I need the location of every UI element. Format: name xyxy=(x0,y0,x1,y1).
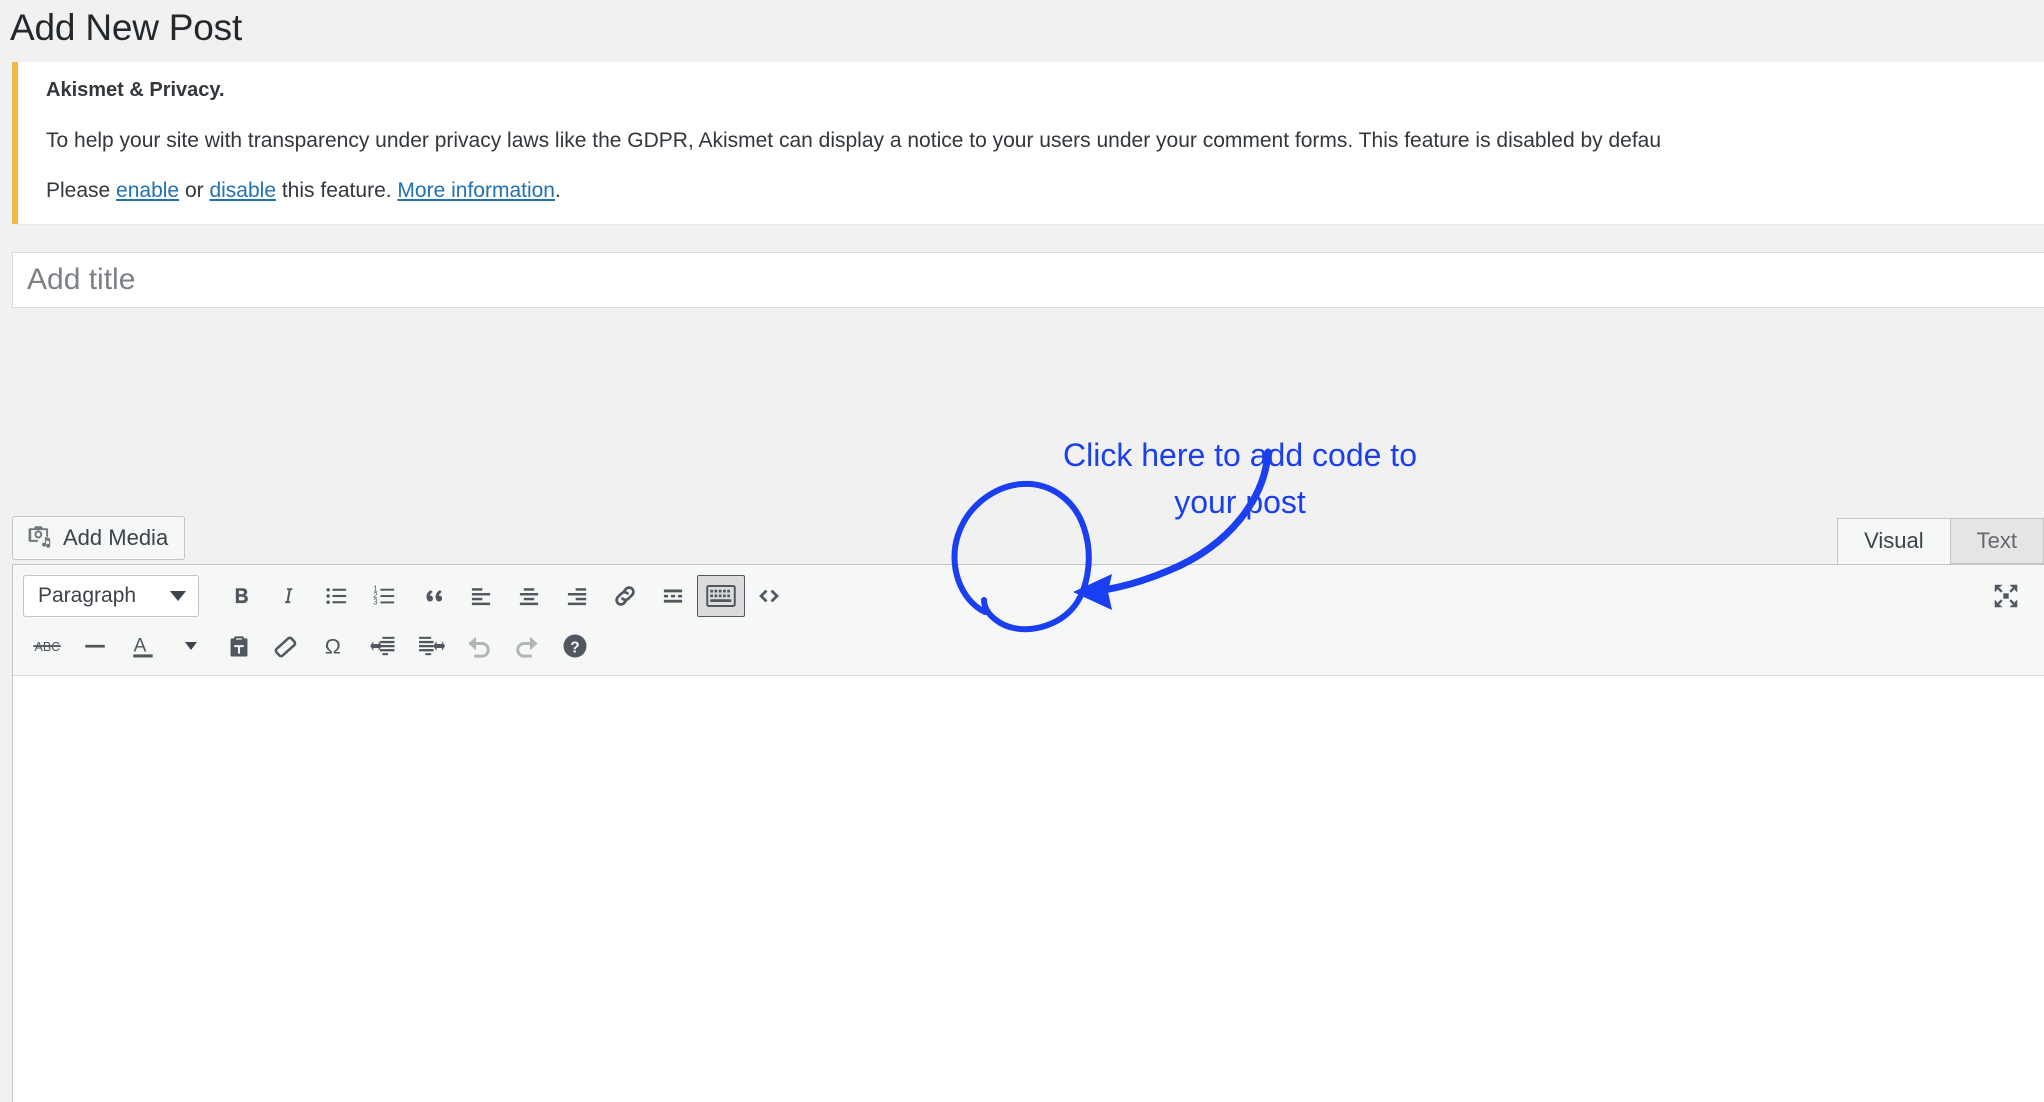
enable-link[interactable]: enable xyxy=(116,179,179,202)
clear-formatting-button[interactable] xyxy=(263,625,311,667)
disable-link[interactable]: disable xyxy=(209,179,276,202)
text-color-dropdown[interactable] xyxy=(167,625,215,667)
more-information-link[interactable]: More information xyxy=(397,179,555,202)
strikethrough-button[interactable]: ABC xyxy=(23,625,71,667)
svg-text:Ω: Ω xyxy=(325,634,341,659)
akismet-privacy-notice: Akismet & Privacy. To help your site wit… xyxy=(12,62,2044,224)
notice-action-prefix: Please xyxy=(46,179,117,202)
read-more-icon xyxy=(663,589,683,603)
toolbar-row-2: ABC A xyxy=(13,621,2044,671)
bulleted-list-icon xyxy=(326,588,347,604)
redo-icon xyxy=(516,636,538,658)
numbered-list-icon: 1 2 3 xyxy=(373,585,395,607)
paragraph-format-select[interactable]: Paragraph xyxy=(23,575,199,617)
chevron-down-icon xyxy=(185,642,197,650)
tab-text[interactable]: Text xyxy=(1949,518,2044,564)
bold-button[interactable] xyxy=(217,575,265,617)
horizontal-rule-icon xyxy=(85,644,105,648)
fullscreen-button[interactable] xyxy=(1979,575,2033,617)
svg-text:?: ? xyxy=(570,639,579,656)
notice-action-suffix: this feature. xyxy=(276,179,398,202)
italic-button[interactable] xyxy=(265,575,313,617)
tab-visual[interactable]: Visual xyxy=(1837,518,1951,564)
italic-icon xyxy=(285,588,293,604)
numbered-list-button[interactable]: 1 2 3 xyxy=(361,575,409,617)
svg-text:3: 3 xyxy=(373,598,377,607)
align-right-button[interactable] xyxy=(553,575,601,617)
indent-icon xyxy=(419,636,445,656)
special-character-button[interactable]: Ω xyxy=(311,625,359,667)
insert-link-button[interactable] xyxy=(601,575,649,617)
post-title-input[interactable] xyxy=(13,253,2044,307)
quote-icon xyxy=(426,590,443,602)
omega-icon: Ω xyxy=(325,634,341,659)
camera-music-icon xyxy=(26,523,52,554)
editor-toolbar: Paragraph 1 2 3 A Ω ? xyxy=(13,565,2044,676)
paragraph-format-value: Paragraph xyxy=(38,584,137,607)
bold-icon xyxy=(235,588,248,604)
keyboard-icon xyxy=(706,585,736,607)
align-center-button[interactable] xyxy=(505,575,553,617)
notice-period: . xyxy=(554,179,561,202)
bulleted-list-button[interactable] xyxy=(313,575,361,617)
annotation-line-1: Click here to add code to xyxy=(1063,437,1417,473)
chevron-down-icon xyxy=(170,591,186,601)
undo-icon xyxy=(468,636,490,658)
redo-button[interactable] xyxy=(503,625,551,667)
add-media-button[interactable]: Add Media xyxy=(12,516,186,560)
horizontal-line-button[interactable] xyxy=(71,625,119,667)
svg-text:A: A xyxy=(134,636,147,657)
add-media-label: Add Media xyxy=(63,525,169,550)
text-color-button[interactable]: A xyxy=(119,625,167,667)
align-right-icon xyxy=(567,588,587,606)
annotation-callout-text: Click here to add code to your post xyxy=(1000,432,1480,526)
annotation-line-2: your post xyxy=(1174,484,1306,520)
outdent-icon xyxy=(370,636,395,656)
align-left-button[interactable] xyxy=(457,575,505,617)
clipboard-t-icon xyxy=(230,636,248,657)
blockquote-button[interactable] xyxy=(409,575,457,617)
help-question-icon: ? xyxy=(563,634,587,658)
align-left-icon xyxy=(471,588,491,606)
read-more-button[interactable] xyxy=(649,575,697,617)
link-icon xyxy=(615,586,635,606)
strikethrough-abc-icon: ABC xyxy=(33,640,61,654)
wordpress-add-new-post-screen: Add New Post Akismet & Privacy. To help … xyxy=(0,0,2044,1102)
align-center-icon xyxy=(519,588,539,606)
code-icon xyxy=(759,589,779,603)
outdent-button[interactable] xyxy=(359,625,407,667)
indent-button[interactable] xyxy=(407,625,455,667)
post-content-editor: Paragraph 1 2 3 A Ω ? xyxy=(12,564,2044,1102)
notice-actions: Please enable or disable this feature. M… xyxy=(46,178,2042,204)
eraser-icon xyxy=(274,636,297,658)
code-button[interactable] xyxy=(745,575,793,617)
toolbar-toggle-button[interactable] xyxy=(697,575,745,617)
undo-button[interactable] xyxy=(455,625,503,667)
toolbar-row-1: Paragraph 1 2 3 xyxy=(13,571,2044,621)
page-title: Add New Post xyxy=(10,7,243,48)
editor-content-area[interactable] xyxy=(13,676,2044,1102)
post-title-field-wrapper xyxy=(12,252,2044,308)
text-color-a-icon: A xyxy=(133,636,153,658)
fullscreen-arrows-icon xyxy=(1994,584,2018,608)
notice-body: To help your site with transparency unde… xyxy=(46,129,1662,152)
notice-or: or xyxy=(179,179,210,202)
keyboard-shortcuts-button[interactable]: ? xyxy=(551,625,599,667)
editor-mode-tabs: Visual Text xyxy=(1837,518,2044,564)
notice-heading: Akismet & Privacy. xyxy=(46,79,225,101)
paste-as-text-button[interactable] xyxy=(215,625,263,667)
